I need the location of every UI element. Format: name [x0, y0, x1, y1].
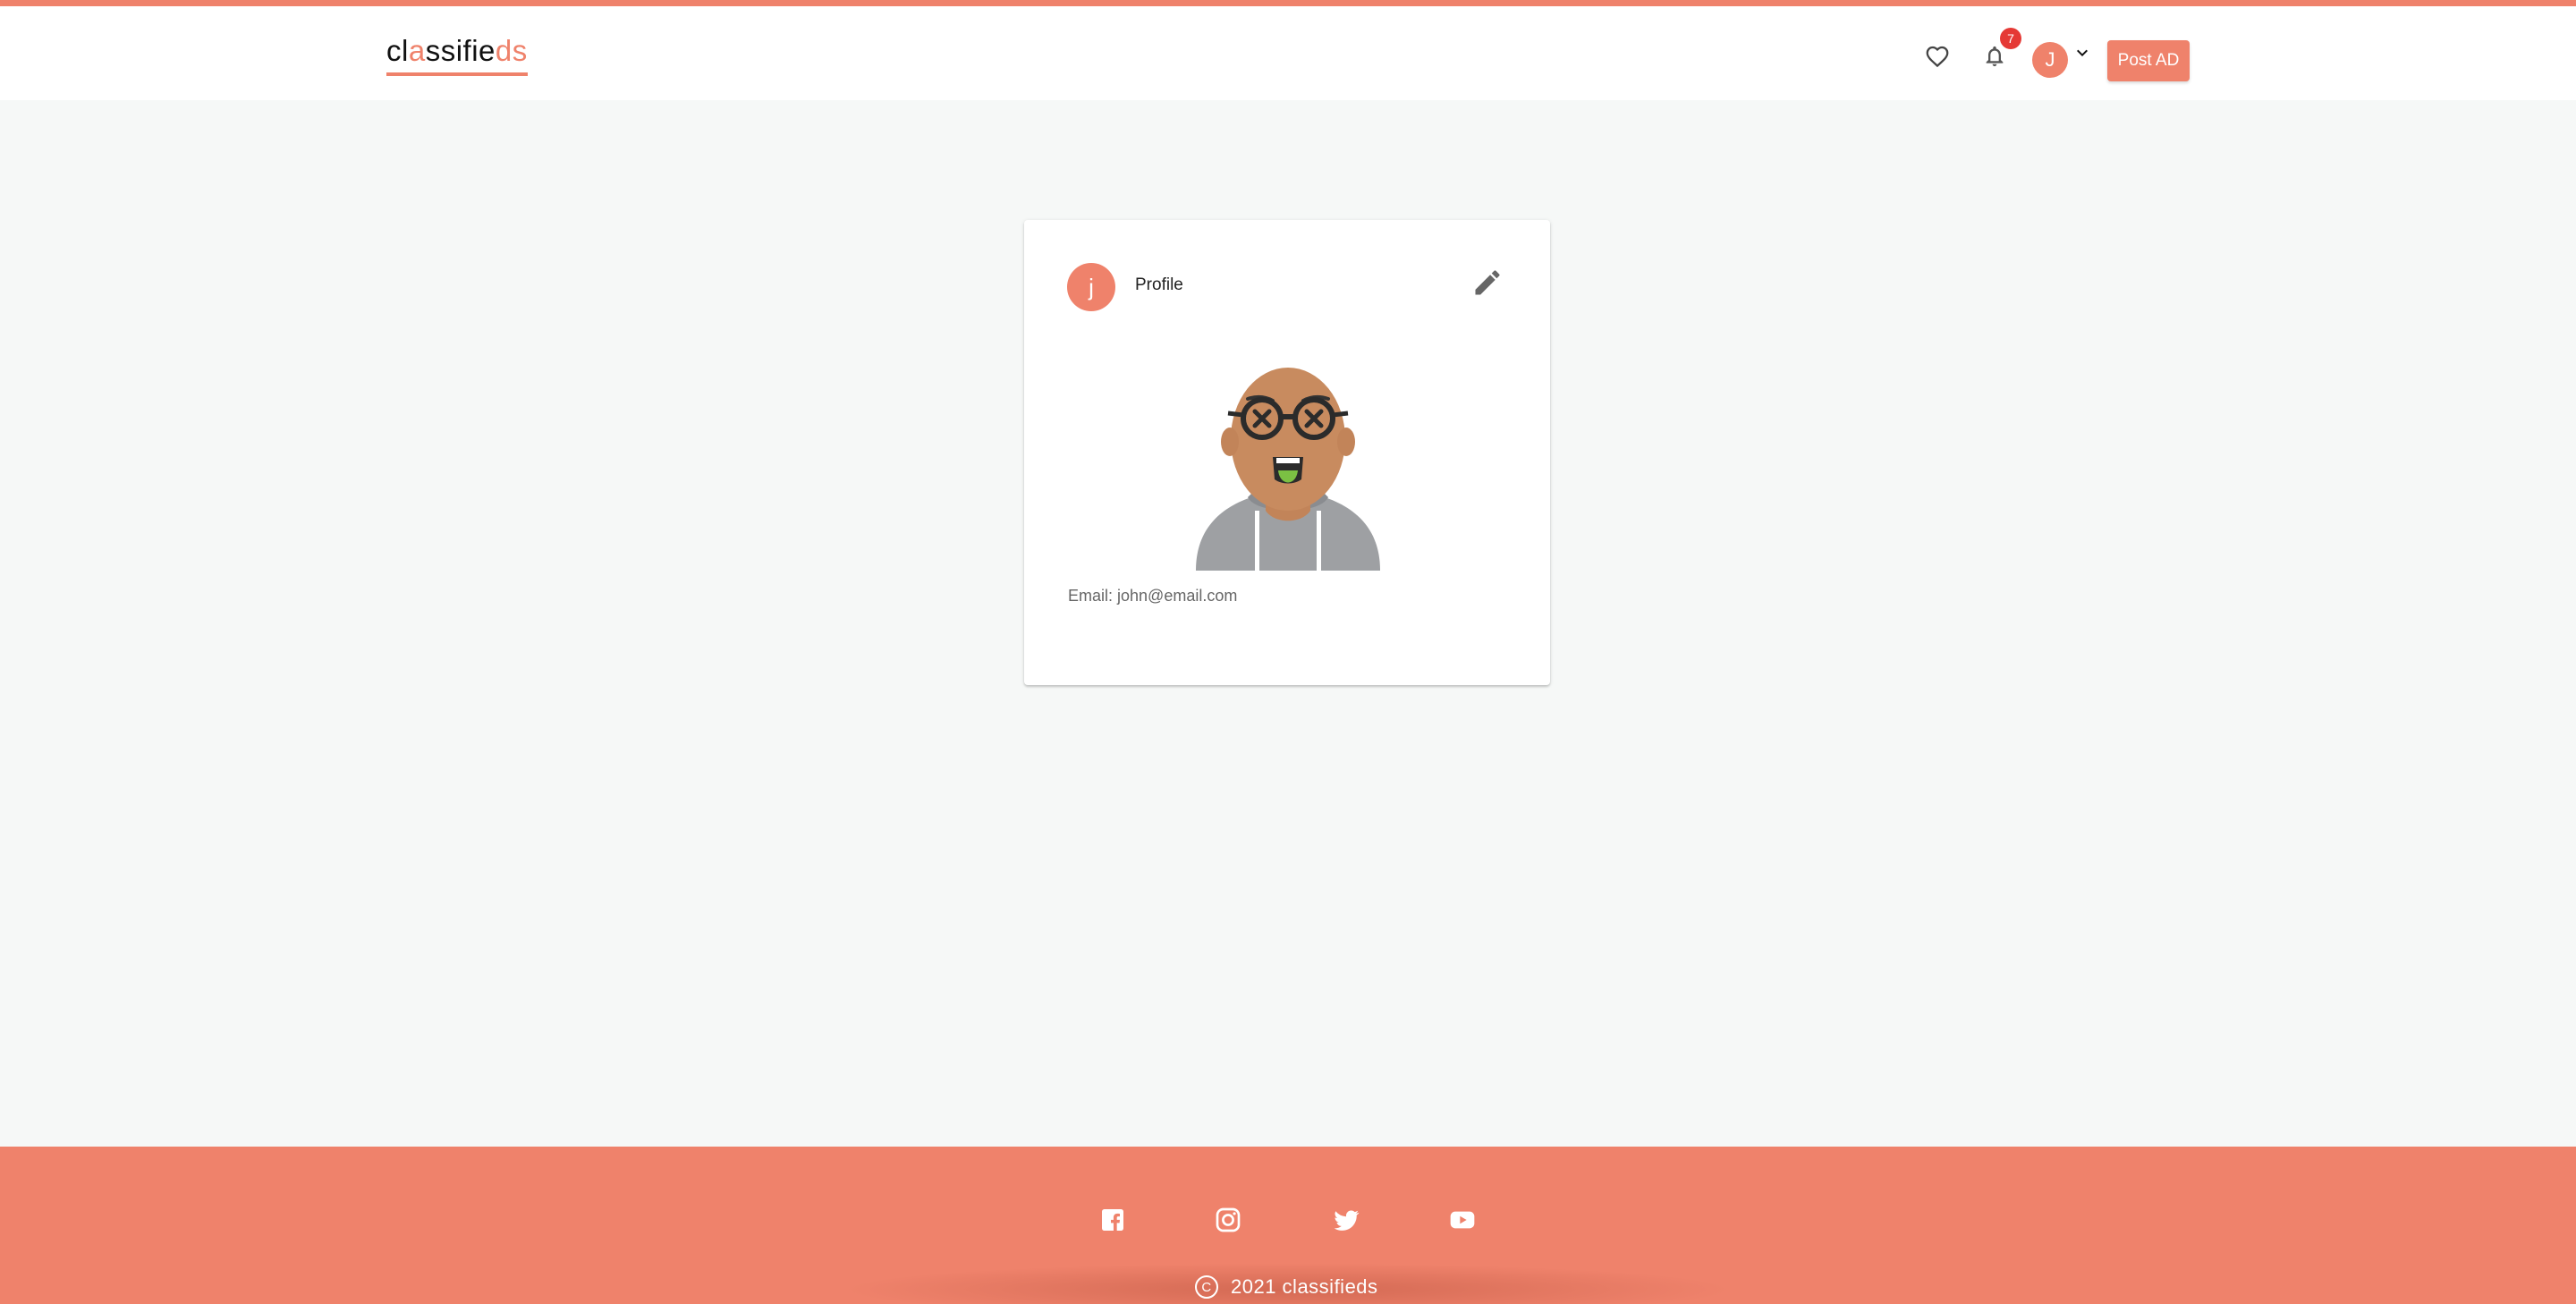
favorites-button[interactable] [1919, 38, 1955, 74]
profile-email: Email: john@email.com [1068, 587, 1238, 605]
avatar-illustration [1196, 368, 1380, 571]
profile-avatar: j [1067, 263, 1115, 311]
post-ad-button[interactable]: Post AD [2107, 40, 2190, 81]
profile-card: j Profile Email: john@email.com [1024, 220, 1550, 685]
site-logo[interactable]: classifieds [386, 33, 528, 76]
logo-accent-part: ds [495, 34, 528, 67]
twitter-icon[interactable] [1332, 1206, 1360, 1234]
edit-icon[interactable] [1471, 267, 1504, 299]
copyright-icon: C [1195, 1275, 1218, 1299]
profile-title: Profile [1135, 275, 1183, 294]
youtube-icon[interactable] [1448, 1206, 1477, 1234]
copyright: C 2021 classifieds [1195, 1274, 1378, 1300]
notification-badge: 7 [2000, 28, 2021, 49]
copyright-text: 2021 classifieds [1231, 1275, 1378, 1298]
logo-text-part: ssifie [425, 34, 496, 67]
instagram-icon[interactable] [1214, 1206, 1242, 1234]
chevron-down-icon[interactable] [2072, 42, 2093, 64]
app-header: classifieds 7 J Post AD [0, 6, 2576, 100]
logo-accent-part: a [408, 34, 426, 67]
logo-text-part: cl [386, 34, 409, 67]
heart-icon [1926, 46, 1949, 68]
user-avatar[interactable]: J [2032, 42, 2068, 78]
facebook-icon[interactable] [1098, 1206, 1127, 1234]
top-accent-stripe [0, 0, 2576, 6]
app-footer: C 2021 classifieds [0, 1147, 2576, 1304]
